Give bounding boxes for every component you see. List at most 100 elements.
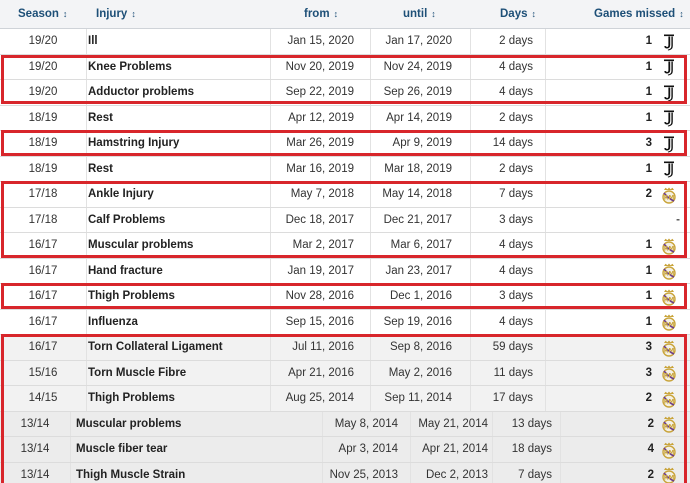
table-row: 17/18 Ankle Injury May 7, 2018 May 14, 2018…: [0, 182, 690, 208]
games-missed-cell: 2: [647, 468, 654, 481]
until-date-cell: Mar 6, 2017: [390, 239, 452, 252]
season-header-label: Season: [18, 8, 59, 20]
days-cell: 3 days: [499, 290, 533, 303]
table-row: 18/19 Hamstring Injury Mar 26, 2019 Apr 9, …: [0, 131, 690, 157]
from-date-cell: Jan 15, 2020: [287, 35, 354, 48]
svg-text:RM: RM: [664, 296, 675, 303]
table-row: 16/17 Torn Collateral Ligament Jul 11, 201…: [0, 335, 690, 361]
table-header: Season ↕ Injury ↕ from ↕ until ↕ Days ↕ Games…: [0, 0, 690, 29]
season-cell: 16/17: [28, 315, 58, 328]
until-date-cell: Sep 19, 2016: [383, 315, 452, 328]
column-divider: [86, 233, 87, 258]
svg-text:RM: RM: [664, 475, 675, 482]
table-row: 14/15 Thigh Problems Aug 25, 2014 Sep 11, 2…: [0, 386, 690, 412]
real-madrid-club-icon[interactable]: RM: [660, 288, 678, 306]
until-date-cell: Sep 26, 2019: [383, 86, 452, 99]
svg-text:RM: RM: [664, 398, 675, 405]
season-cell: 16/17: [28, 239, 58, 252]
until-date-cell: Apr 14, 2019: [386, 111, 452, 124]
column-divider: [86, 335, 87, 360]
table-row: 19/20 Ill Jan 15, 2020 Jan 17, 2020 2 days 1: [0, 29, 690, 55]
injury-cell: Muscular problems: [76, 417, 182, 430]
injury-header-label: Injury: [96, 8, 128, 20]
column-divider: [86, 131, 87, 156]
sort-games-missed-header[interactable]: Games missed ↕: [594, 0, 684, 28]
real-madrid-club-icon[interactable]: RM: [660, 263, 678, 281]
injury-cell: Muscular problems: [88, 239, 194, 252]
svg-text:RM: RM: [664, 449, 675, 456]
column-divider: [86, 207, 87, 232]
games-missed-cell: -: [676, 213, 680, 226]
until-date-cell: May 21, 2014: [418, 417, 488, 430]
real-madrid-club-icon[interactable]: RM: [660, 416, 678, 434]
season-cell: 19/20: [28, 60, 58, 73]
sort-injury-header[interactable]: Injury ↕: [96, 0, 136, 28]
season-cell: 19/20: [28, 35, 58, 48]
juventus-club-icon[interactable]: [660, 161, 678, 179]
days-cell: 7 days: [518, 468, 552, 481]
real-madrid-club-icon[interactable]: RM: [660, 237, 678, 255]
until-date-cell: May 2, 2016: [388, 366, 452, 379]
table-row: 18/19 Rest Mar 16, 2019 Mar 18, 2019 2 days 1: [0, 156, 690, 182]
season-cell: 15/16: [28, 366, 58, 379]
juventus-club-icon[interactable]: [660, 59, 678, 77]
column-divider: [86, 284, 87, 309]
season-cell: 13/14: [20, 468, 50, 481]
from-date-cell: Sep 22, 2019: [285, 86, 354, 99]
svg-text:RM: RM: [664, 271, 675, 278]
sort-icon: ↕: [62, 9, 68, 19]
season-cell: 17/18: [28, 188, 58, 201]
from-date-cell: Dec 18, 2017: [285, 213, 354, 226]
until-date-cell: Jan 17, 2020: [385, 35, 452, 48]
real-madrid-club-icon[interactable]: RM: [660, 441, 678, 459]
games-missed-cell: 1: [645, 35, 652, 48]
svg-text:RM: RM: [664, 322, 675, 329]
days-cell: 4 days: [499, 315, 533, 328]
injury-cell: Torn Muscle Fibre: [88, 366, 187, 379]
column-divider: [70, 411, 71, 436]
real-madrid-club-icon[interactable]: RM: [660, 339, 678, 357]
sort-icon: ↕: [679, 9, 684, 19]
from-date-cell: Nov 28, 2016: [285, 290, 354, 303]
column-divider: [70, 462, 71, 483]
games-missed-cell: 1: [645, 86, 652, 99]
juventus-club-icon[interactable]: [660, 135, 678, 153]
sort-until-header[interactable]: until ↕: [403, 0, 436, 28]
column-divider: [86, 360, 87, 385]
sort-days-header[interactable]: Days ↕: [500, 0, 536, 28]
real-madrid-club-icon[interactable]: RM: [660, 365, 678, 383]
days-cell: 59 days: [492, 341, 533, 354]
games-missed-cell: 1: [645, 111, 652, 124]
real-madrid-club-icon[interactable]: RM: [660, 186, 678, 204]
sort-season-header[interactable]: Season ↕: [18, 0, 67, 28]
table-row: 16/17 Hand fracture Jan 19, 2017 Jan 23, 20…: [0, 258, 690, 284]
days-cell: 4 days: [499, 60, 533, 73]
until-date-cell: Sep 11, 2014: [384, 392, 452, 405]
from-date-cell: Mar 2, 2017: [292, 239, 354, 252]
juventus-club-icon[interactable]: [660, 33, 678, 51]
games-missed-cell: 1: [645, 60, 652, 73]
column-divider: [86, 80, 87, 105]
juventus-club-icon[interactable]: [660, 110, 678, 128]
from-date-cell: May 7, 2018: [290, 188, 354, 201]
column-divider: [86, 156, 87, 181]
season-cell: 18/19: [28, 111, 58, 124]
real-madrid-club-icon[interactable]: RM: [660, 467, 678, 483]
season-cell: 17/18: [28, 213, 58, 226]
days-cell: 4 days: [499, 239, 533, 252]
injury-cell: Hand fracture: [88, 264, 163, 277]
svg-text:RM: RM: [664, 194, 675, 201]
sort-icon: ↕: [131, 9, 136, 19]
real-madrid-club-icon[interactable]: RM: [660, 390, 678, 408]
sort-from-header[interactable]: from ↕: [304, 0, 338, 28]
column-divider: [86, 54, 87, 79]
table-row: 13/14 Muscular problems May 8, 2014 May 21,…: [0, 411, 690, 437]
real-madrid-club-icon[interactable]: RM: [660, 314, 678, 332]
season-cell: 16/17: [28, 341, 58, 354]
table-row: 19/20 Adductor problems Sep 22, 2019 Sep 26…: [0, 80, 690, 106]
injury-cell: Ankle Injury: [88, 188, 154, 201]
juventus-club-icon[interactable]: [660, 84, 678, 102]
injury-cell: Muscle fiber tear: [76, 443, 168, 456]
days-cell: 17 days: [492, 392, 533, 405]
season-cell: 16/17: [28, 290, 58, 303]
